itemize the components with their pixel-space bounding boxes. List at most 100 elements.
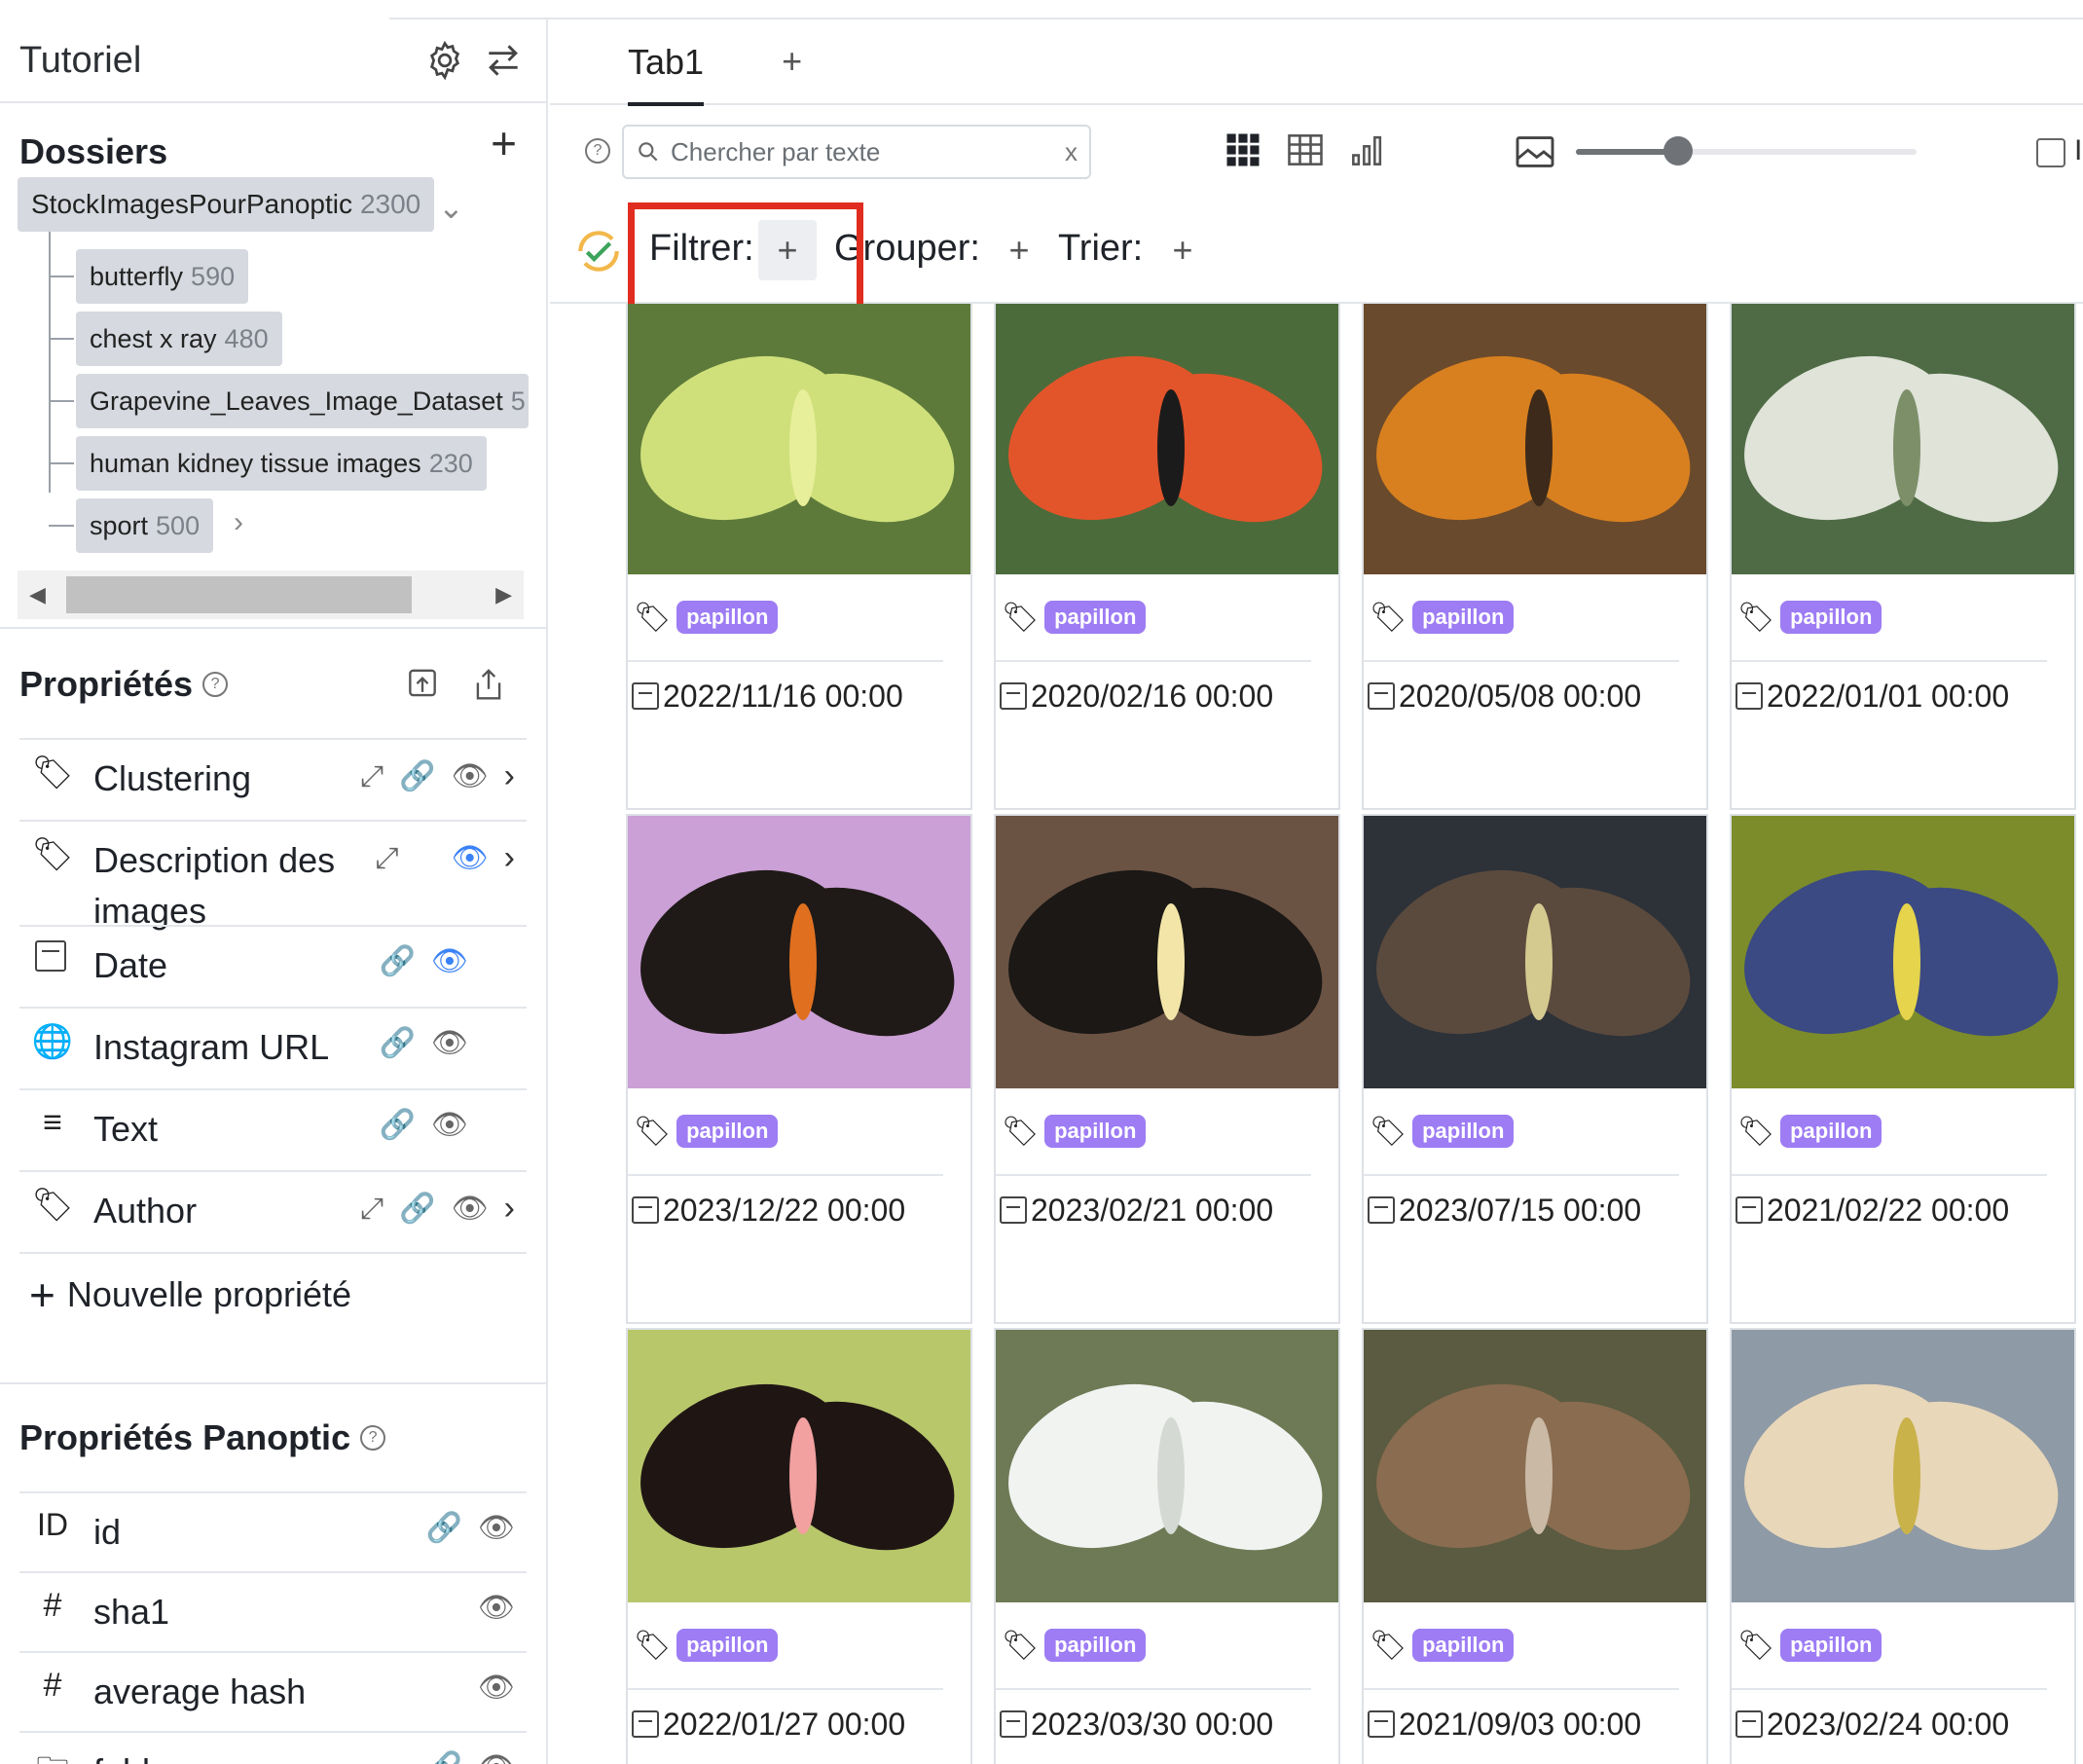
search-input[interactable] bbox=[671, 136, 1065, 167]
butterfly-image[interactable] bbox=[628, 816, 970, 1088]
link-icon[interactable]: 🔗 bbox=[399, 759, 435, 793]
chevron-right-icon[interactable]: › bbox=[504, 839, 515, 877]
chevron-right-icon[interactable]: › bbox=[504, 1190, 515, 1228]
export-icon[interactable] bbox=[470, 666, 507, 708]
settings-gear-icon[interactable] bbox=[421, 37, 468, 84]
tag-badge[interactable]: papillon bbox=[1780, 1629, 1882, 1662]
butterfly-image[interactable] bbox=[996, 1330, 1338, 1602]
folder-root[interactable]: StockImagesPourPanoptic 2300 bbox=[18, 177, 435, 232]
tag-badge[interactable]: papillon bbox=[1044, 1629, 1147, 1662]
eye-icon[interactable]: 👁 bbox=[478, 1511, 515, 1545]
scroll-left-icon[interactable]: ◀ bbox=[29, 582, 46, 607]
property-row-clustering[interactable]: 🏷 Clustering ⤢ 🔗 👁 › bbox=[19, 738, 527, 820]
link-icon[interactable]: 🔗 bbox=[426, 1750, 462, 1764]
folder-item-butterfly[interactable]: butterfly 590 bbox=[48, 249, 249, 304]
expand-icon[interactable]: ⤢ bbox=[360, 1193, 384, 1226]
chevron-right-icon[interactable]: › bbox=[234, 506, 243, 539]
image-card[interactable]: 🏷 papillon 2022/01/01 00:00 bbox=[1730, 304, 2076, 810]
butterfly-image[interactable] bbox=[628, 1330, 970, 1602]
butterfly-image[interactable] bbox=[1732, 1330, 2074, 1602]
property-row-folder[interactable]: 🗀 folder 🔗👁 bbox=[19, 1731, 527, 1764]
expand-icon[interactable]: ⤢ bbox=[376, 842, 399, 875]
help-icon[interactable]: ? bbox=[202, 672, 229, 697]
checkbox[interactable] bbox=[2036, 138, 2065, 167]
image-card[interactable]: 🏷 papillon 2023/02/21 00:00 bbox=[994, 814, 1340, 1324]
tag-badge[interactable]: papillon bbox=[676, 1115, 779, 1148]
eye-icon[interactable]: 👁 bbox=[431, 1108, 468, 1142]
link-icon[interactable]: 🔗 bbox=[380, 944, 416, 978]
tag-badge[interactable]: papillon bbox=[676, 601, 779, 634]
tag-badge[interactable]: papillon bbox=[1412, 1629, 1515, 1662]
image-card[interactable]: 🏷 papillon 2021/09/03 00:00 bbox=[1362, 1328, 1708, 1764]
eye-icon[interactable]: 👁 bbox=[452, 759, 489, 793]
butterfly-image[interactable] bbox=[996, 816, 1338, 1088]
help-icon[interactable]: ? bbox=[360, 1425, 386, 1451]
image-card[interactable]: 🏷 papillon 2020/05/08 00:00 bbox=[1362, 304, 1708, 810]
property-row-date[interactable]: Date 🔗 👁 bbox=[19, 925, 527, 1007]
image-card[interactable]: 🏷 papillon 2022/01/27 00:00 bbox=[626, 1328, 972, 1764]
property-row-text[interactable]: ≡ Text 🔗 👁 bbox=[19, 1088, 527, 1170]
scrollbar-thumb[interactable] bbox=[66, 576, 412, 613]
tag-badge[interactable]: papillon bbox=[1780, 1115, 1882, 1148]
butterfly-image[interactable] bbox=[996, 304, 1338, 574]
add-group-button[interactable]: + bbox=[990, 220, 1048, 280]
eye-icon[interactable]: 👁 bbox=[452, 1192, 489, 1226]
eye-icon[interactable]: 👁 bbox=[431, 1026, 468, 1060]
folder-item-chest-x-ray[interactable]: chest x ray 480 bbox=[49, 312, 282, 366]
image-card[interactable]: 🏷 papillon 2021/02/22 00:00 bbox=[1730, 814, 2076, 1324]
eye-icon[interactable]: 👁 bbox=[478, 1671, 515, 1705]
sync-check-icon[interactable] bbox=[571, 224, 626, 283]
tag-badge[interactable]: papillon bbox=[676, 1629, 779, 1662]
graph-view-icon[interactable] bbox=[1346, 129, 1389, 171]
tab-tab1[interactable]: Tab1 bbox=[628, 22, 705, 106]
property-row-id[interactable]: ID id 🔗 👁 bbox=[19, 1491, 527, 1571]
expand-icon[interactable]: ⤢ bbox=[360, 760, 384, 793]
butterfly-image[interactable] bbox=[628, 304, 970, 574]
swap-arrows-icon[interactable] bbox=[480, 37, 527, 84]
link-icon[interactable]: 🔗 bbox=[399, 1192, 435, 1226]
eye-icon[interactable]: 👁 bbox=[478, 1750, 515, 1764]
scroll-right-icon[interactable]: ▶ bbox=[495, 582, 512, 607]
butterfly-image[interactable] bbox=[1364, 304, 1706, 574]
tag-badge[interactable]: papillon bbox=[1044, 601, 1147, 634]
add-sort-button[interactable]: + bbox=[1153, 220, 1212, 280]
link-icon[interactable]: 🔗 bbox=[380, 1026, 416, 1060]
butterfly-image[interactable] bbox=[1364, 1330, 1706, 1602]
eye-icon[interactable]: 👁 bbox=[452, 841, 489, 875]
property-row-author[interactable]: 🏷 Author ⤢ 🔗 👁 › bbox=[19, 1170, 527, 1252]
import-icon[interactable] bbox=[404, 666, 441, 708]
image-card[interactable]: 🏷 papillon 2023/12/22 00:00 bbox=[626, 814, 972, 1324]
table-view-icon[interactable] bbox=[1284, 129, 1327, 171]
property-row-description[interactable]: 🏷 Description des images ⤢ 👁 › bbox=[19, 820, 527, 931]
grid-view-icon[interactable] bbox=[1222, 129, 1264, 171]
new-property-button[interactable]: + Nouvelle propriété bbox=[19, 1252, 527, 1336]
property-row-sha1[interactable]: # sha1 👁 bbox=[19, 1571, 527, 1651]
tag-badge[interactable]: papillon bbox=[1044, 1115, 1147, 1148]
property-row-instagram-url[interactable]: 🌐 Instagram URL 🔗 👁 bbox=[19, 1007, 527, 1088]
clear-search-button[interactable]: x bbox=[1065, 137, 1078, 167]
butterfly-image[interactable] bbox=[1732, 816, 2074, 1088]
eye-icon[interactable]: 👁 bbox=[478, 1591, 515, 1625]
add-tab-button[interactable]: + bbox=[782, 41, 802, 82]
image-card[interactable]: 🏷 papillon 2023/02/24 00:00 bbox=[1730, 1328, 2076, 1764]
folder-item-kidney[interactable]: human kidney tissue images 230 bbox=[49, 436, 487, 491]
folder-item-sport[interactable]: sport 500 bbox=[48, 498, 214, 553]
add-folder-button[interactable]: + bbox=[491, 121, 517, 165]
slider-track[interactable] bbox=[1576, 136, 1917, 165]
eye-icon[interactable]: 👁 bbox=[431, 944, 468, 978]
image-card[interactable]: 🏷 papillon 2022/11/16 00:00 bbox=[626, 304, 972, 810]
tag-badge[interactable]: papillon bbox=[1780, 601, 1882, 634]
tag-badge[interactable]: papillon bbox=[1412, 601, 1515, 634]
tag-badge[interactable]: papillon bbox=[1412, 1115, 1515, 1148]
image-card[interactable]: 🏷 papillon 2023/03/30 00:00 bbox=[994, 1328, 1340, 1764]
chevron-down-icon[interactable]: ⌄ bbox=[438, 189, 464, 226]
butterfly-image[interactable] bbox=[1364, 816, 1706, 1088]
slider-handle[interactable] bbox=[1663, 136, 1693, 165]
link-icon[interactable]: 🔗 bbox=[426, 1511, 462, 1545]
chevron-right-icon[interactable]: › bbox=[504, 757, 515, 795]
folders-horizontal-scrollbar[interactable]: ◀ ▶ bbox=[18, 570, 524, 619]
image-card[interactable]: 🏷 papillon 2023/07/15 00:00 bbox=[1362, 814, 1708, 1324]
search-box[interactable]: x bbox=[622, 125, 1091, 179]
property-row-average-hash[interactable]: # average hash 👁 bbox=[19, 1651, 527, 1731]
link-icon[interactable]: 🔗 bbox=[380, 1108, 416, 1142]
